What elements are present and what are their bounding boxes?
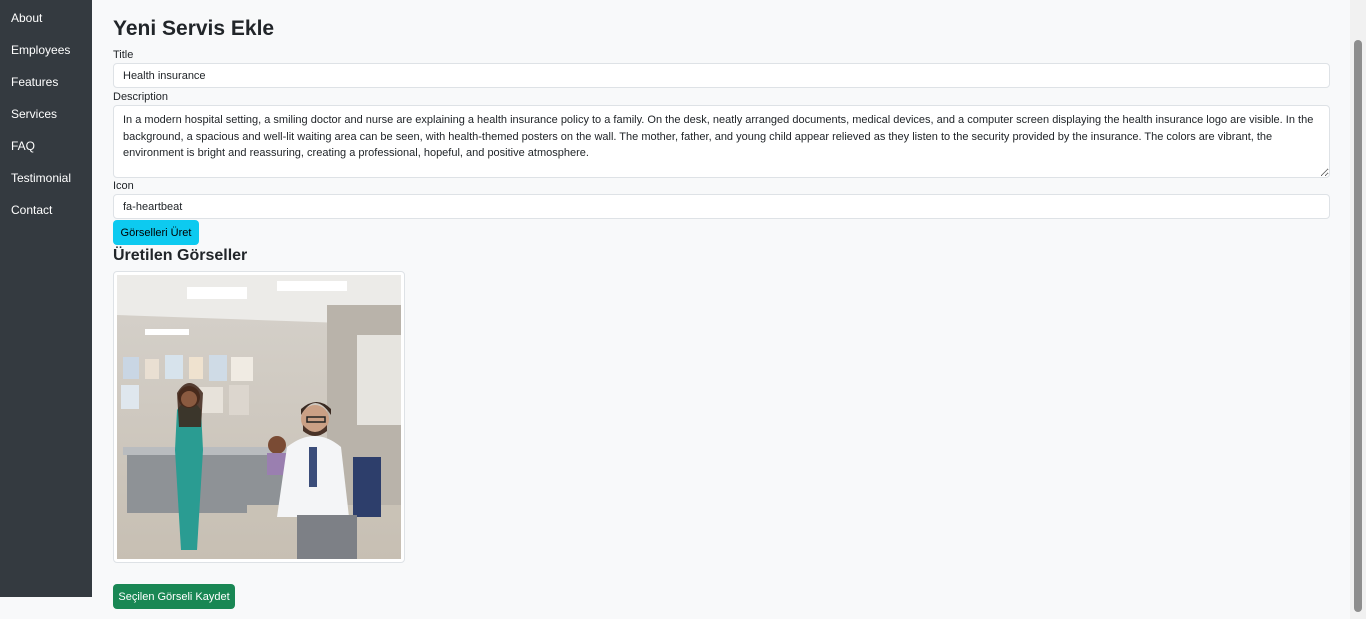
page-scrollbar[interactable] [1350, 0, 1366, 619]
sidebar-item-employees[interactable]: Employees [0, 32, 92, 64]
page-title: Yeni Servis Ekle [113, 17, 275, 40]
sidebar-item-services[interactable]: Services [0, 96, 92, 128]
description-textarea[interactable]: In a modern hospital setting, a smiling … [113, 105, 1330, 178]
sidebar: About Employees Features Services FAQ Te… [0, 0, 92, 597]
generated-image[interactable] [117, 275, 401, 559]
sidebar-item-contact[interactable]: Contact [0, 192, 92, 224]
title-label: Title [113, 49, 134, 61]
generated-image-card[interactable] [113, 271, 405, 563]
title-input[interactable] [113, 63, 1330, 88]
save-selected-image-button[interactable]: Seçilen Görseli Kaydet [113, 584, 235, 609]
sidebar-menu: About Employees Features Services FAQ Te… [0, 0, 92, 224]
generated-images-title: Üretilen Görseller [113, 247, 248, 264]
scrollbar-thumb[interactable] [1354, 40, 1362, 612]
description-label: Description [113, 91, 169, 103]
sidebar-item-testimonial[interactable]: Testimonial [0, 160, 92, 192]
generate-images-button[interactable]: Görselleri Üret [113, 220, 199, 245]
sidebar-item-faq[interactable]: FAQ [0, 128, 92, 160]
sidebar-item-features[interactable]: Features [0, 64, 92, 96]
icon-label: Icon [113, 180, 134, 192]
sidebar-item-about[interactable]: About [0, 0, 92, 32]
icon-input[interactable] [113, 194, 1330, 219]
